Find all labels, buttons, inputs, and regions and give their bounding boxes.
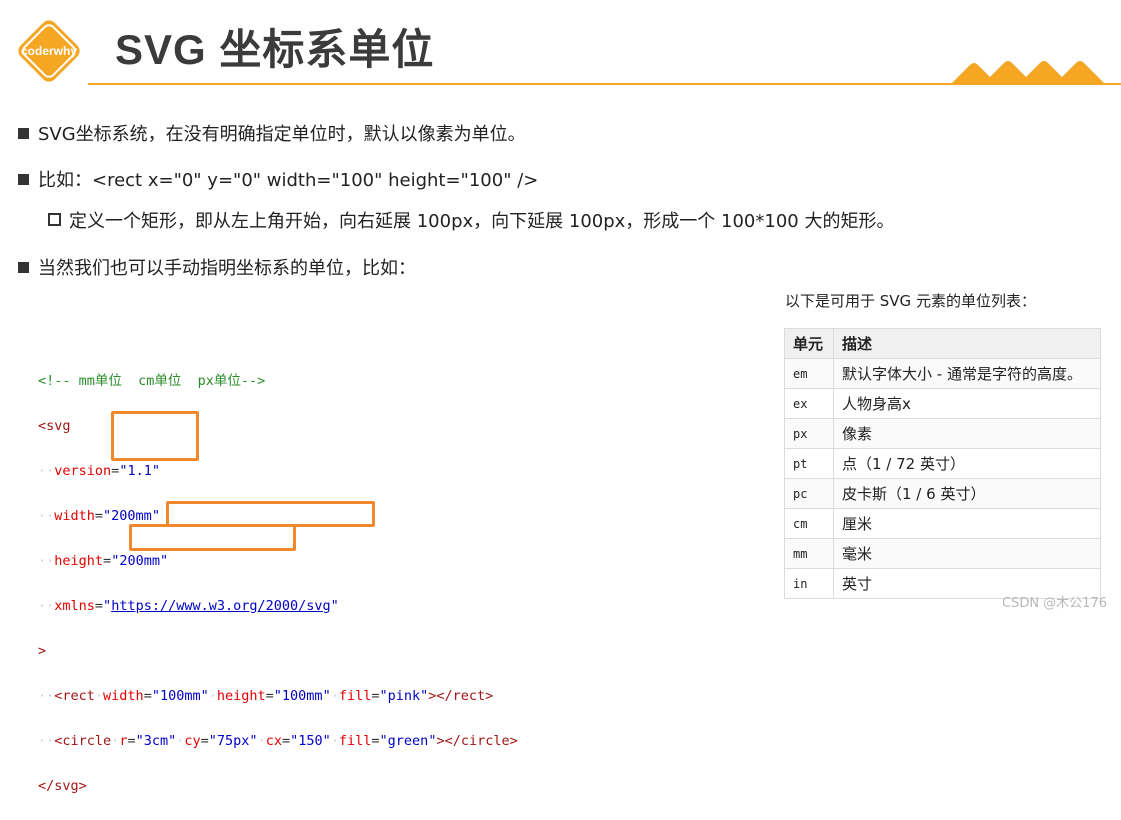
code-line: ··version="1.1" — [38, 462, 160, 479]
unit-cell: mm — [784, 538, 834, 569]
table-header-row: 单元 描述 — [784, 328, 1101, 359]
table-row: em 默认字体大小 - 通常是字符的高度。 — [784, 358, 1101, 389]
hollow-square-icon — [48, 213, 61, 226]
header-unit: 单元 — [784, 328, 834, 359]
units-table: 单元 描述 em 默认字体大小 - 通常是字符的高度。 ex 人物身高x px 像素 … — [784, 328, 1101, 599]
table-row: pt 点（1 / 72 英寸） — [784, 448, 1101, 479]
logo-text: coderwhy — [21, 44, 77, 58]
header-description: 描述 — [833, 328, 1101, 359]
decorative-hills — [950, 61, 1106, 85]
desc-cell: 毫米 — [833, 538, 1101, 569]
desc-cell: 像素 — [833, 418, 1101, 449]
unit-cell: px — [784, 418, 834, 449]
code-line: </svg> — [38, 777, 87, 794]
code-line: <!-- mm单位 cm单位 px单位--> — [38, 372, 266, 389]
code-line: > — [38, 642, 47, 659]
desc-cell: 点（1 / 72 英寸） — [833, 448, 1101, 479]
desc-cell: 默认字体大小 - 通常是字符的高度。 — [833, 358, 1101, 389]
coderwhy-logo: coderwhy — [18, 20, 80, 82]
table-row: pc 皮卡斯（1 / 6 英寸） — [784, 478, 1101, 509]
unit-cell: pc — [784, 478, 834, 509]
code-line: ··<rect·width="100mm"·height="100mm"·fil… — [38, 687, 494, 704]
unit-cell: cm — [784, 508, 834, 539]
table-caption: 以下是可用于 SVG 元素的单位列表： — [785, 292, 1036, 310]
bullet-example: 比如：<rect x="0" y="0" width="100" height=… — [18, 166, 538, 192]
code-line: ··xmlns="https://www.w3.org/2000/svg" — [38, 597, 339, 614]
highlight-svg-size — [111, 411, 199, 461]
unit-cell: em — [784, 358, 834, 389]
code-line: <svg — [38, 417, 71, 434]
table-row: px 像素 — [784, 418, 1101, 449]
bullet-square-icon — [18, 128, 29, 139]
table-row: mm 毫米 — [784, 538, 1101, 569]
sub-bullet-rect-explain: 定义一个矩形，即从左上角开始，向右延展 100px，向下延展 100px，形成一… — [48, 207, 894, 233]
code-line: ··height="200mm" — [38, 552, 169, 569]
unit-cell: pt — [784, 448, 834, 479]
desc-cell: 人物身高x — [833, 388, 1101, 419]
bullet-square-icon — [18, 174, 29, 185]
desc-cell: 厘米 — [833, 508, 1101, 539]
bullet-square-icon — [18, 262, 29, 273]
table-row: cm 厘米 — [784, 508, 1101, 539]
bullet-manual-units: 当然我们也可以手动指明坐标系的单位，比如： — [18, 254, 416, 280]
code-line: ··<circle·r="3cm"·cy="75px"·cx="150"·fil… — [38, 732, 518, 749]
page-title: SVG 坐标系单位 — [115, 26, 435, 73]
desc-cell: 皮卡斯（1 / 6 英寸） — [833, 478, 1101, 509]
unit-cell: in — [784, 568, 834, 599]
highlight-circle-units — [129, 524, 296, 551]
table-row: ex 人物身高x — [784, 388, 1101, 419]
csdn-watermark: CSDN @木公176 — [1001, 596, 1107, 611]
svg-code-block: <!-- mm单位 cm单位 px单位--> <svg ··version="1… — [38, 347, 518, 820]
bullet-default-unit: SVG坐标系统，在没有明确指定单位时，默认以像素为单位。 — [18, 120, 526, 146]
unit-cell: ex — [784, 388, 834, 419]
